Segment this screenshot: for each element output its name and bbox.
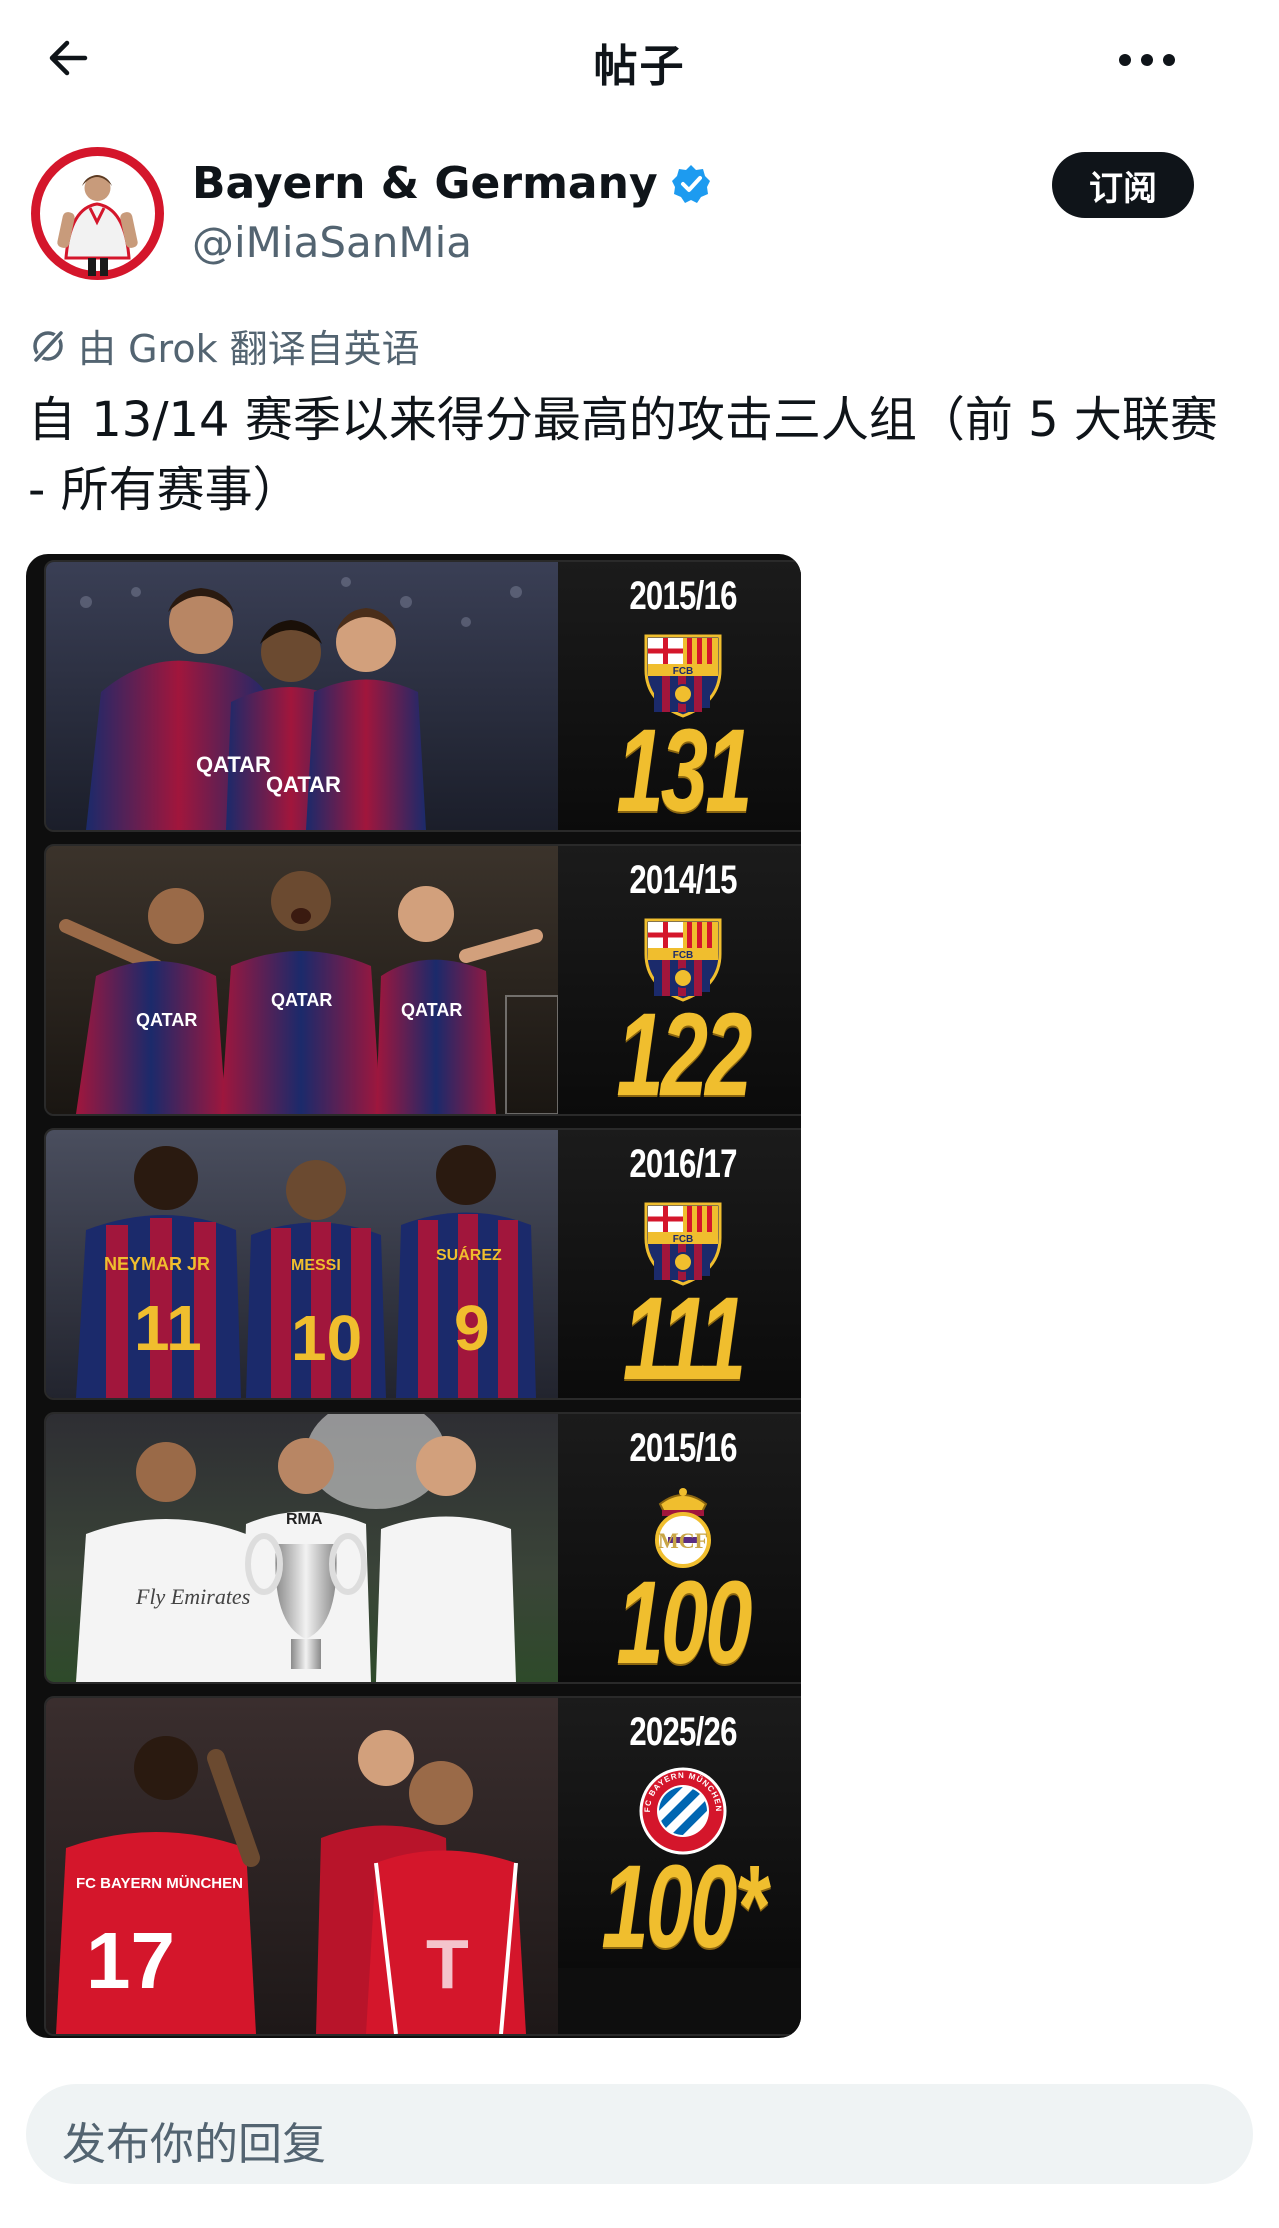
avatar-image: iMiaSanMia [30,146,165,281]
trio-panel-2: QATAR QATAR QATAR 2014/15 FCB 122 [44,844,801,1116]
shirt-text: QATAR [266,772,341,797]
display-name: Bayern & Germany [192,158,658,209]
avatar-text: iMiaSanMia [68,164,129,176]
top-bar: 帖子 [0,0,1279,120]
season-label: 2016/17 [629,1142,737,1186]
handle[interactable]: @iMiaSanMia [192,218,472,267]
author-row: iMiaSanMia Bayern & Germany @iMiaSanMia … [0,140,1279,290]
season-label: 2014/15 [629,858,737,902]
player-photo: QATAR QATAR QATAR [46,846,558,1114]
season-label: 2015/16 [629,1426,737,1470]
subscribe-button[interactable]: 订阅 [1052,152,1194,218]
stat-box: 2014/15 FCB 122 [558,846,801,1114]
svg-text:MCF: MCF [658,1528,708,1553]
player-photo: NEYMAR JR 11 MESSI 10 SUÁREZ 9 [46,1130,558,1398]
shirt-number: 11 [134,1292,202,1364]
shirt-text: QATAR [136,1010,197,1030]
shirt-number: 17 [86,1916,175,2005]
avatar[interactable]: iMiaSanMia [30,146,165,281]
shirt-number: 10 [291,1302,362,1374]
post-detail-page: 帖子 iMiaSanMia Bayern & Germany @iMiaSanM… [0,0,1279,2228]
post-text: 自 13/14 赛季以来得分最高的攻击三人组（前 5 大联赛 - 所有赛事） [28,392,1218,518]
grok-icon [33,330,64,362]
shirt-text: MESSI [291,1257,341,1274]
player-photo: Fly Emirates RMA [46,1414,558,1682]
page-title: 帖子 [593,41,686,92]
stat-box: 2016/17 FCB 111 [558,1130,801,1398]
trio-panel-5: FC BAYERN MÜNCHEN 17 T 2025/26 FC BAYERN… [44,1696,801,2036]
crest-text: FCB [673,1234,694,1245]
crest-text: FCB [673,666,694,677]
reply-input[interactable]: 发布你的回复 [26,2084,1253,2184]
shirt-text: SUÁREZ [436,1245,502,1264]
crest-text: FCB [673,950,694,961]
reply-placeholder: 发布你的回复 [62,2119,326,2170]
shirt-text: RMA [286,1511,323,1528]
shirt-text: T [426,1925,469,2003]
shirt-text: NEYMAR JR [104,1254,210,1274]
goals-total: 100 [616,1557,752,1684]
stat-box: 2015/16 FCB 131 [558,562,801,830]
shirt-text: Fly Emirates [135,1584,250,1609]
goals-total: 131 [616,705,752,832]
more-horizontal-icon [1119,54,1175,66]
goals-total: 111 [622,1273,746,1400]
more-button[interactable] [1107,30,1187,90]
post-image[interactable]: QATAR QATAR 2015/16 FCB 131 QATAR QATAR … [26,554,801,2038]
stat-box: 2025/26 FC BAYERN MÜNCHEN 100* [558,1698,801,1968]
stat-box: 2015/16 MCF 100 [558,1414,801,1682]
season-label: 2015/16 [629,574,737,618]
translation-text: 由 Grok 翻译自英语 [78,327,420,371]
shirt-text: QATAR [196,752,271,777]
translation-note[interactable]: 由 Grok 翻译自英语 [28,318,420,373]
shirt-number: 9 [454,1292,490,1364]
player-photo: QATAR QATAR [46,562,558,830]
player-photo: FC BAYERN MÜNCHEN 17 T [46,1698,558,2034]
trio-panel-4: Fly Emirates RMA 2015/16 MCF 100 [44,1412,801,1684]
shirt-text: QATAR [401,1000,462,1020]
trio-panel-3: NEYMAR JR 11 MESSI 10 SUÁREZ 9 2016/17 F… [44,1128,801,1400]
season-label: 2025/26 [629,1710,737,1754]
shirt-text: QATAR [271,990,332,1010]
shirt-text: FC BAYERN MÜNCHEN [76,1875,243,1892]
verified-badge-icon [671,164,710,203]
goals-total: 100* [601,1841,767,1973]
stat-box-footer [558,1968,801,2034]
trio-panel-1: QATAR QATAR 2015/16 FCB 131 [44,560,801,832]
goals-total: 122 [616,989,752,1116]
display-name-row[interactable]: Bayern & Germany [192,158,712,209]
